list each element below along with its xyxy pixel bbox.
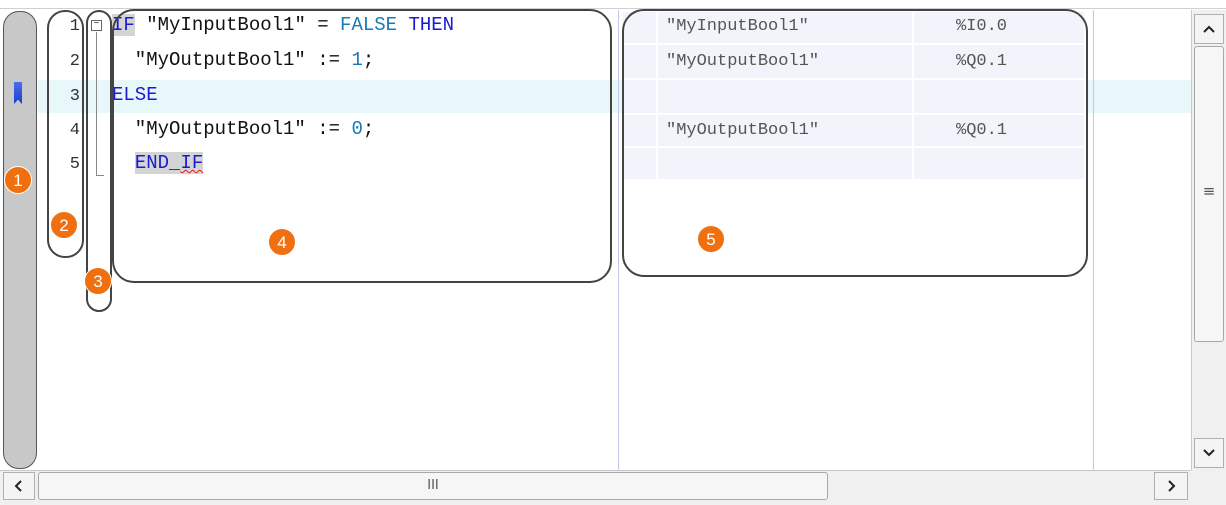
chevron-up-icon[interactable]: [1194, 14, 1224, 44]
callout-badge: 3: [84, 267, 112, 295]
chevron-down-icon[interactable]: [1194, 438, 1224, 468]
tag-area-outline: [622, 9, 1088, 277]
callout-badge: 5: [697, 225, 725, 253]
chevron-right-icon[interactable]: [1154, 472, 1188, 500]
callout-badge: 1: [4, 166, 32, 194]
chevron-left-icon[interactable]: [3, 472, 35, 500]
column-separator: [618, 10, 619, 470]
grip-icon: III: [427, 478, 439, 493]
vertical-scroll-thumb[interactable]: ≡: [1194, 46, 1224, 342]
scrollbar-corner: [1191, 470, 1226, 505]
code-area-outline: [112, 9, 612, 283]
bookmark-margin[interactable]: [3, 11, 37, 469]
top-border: [0, 0, 1226, 9]
horizontal-scroll-thumb[interactable]: III: [38, 472, 828, 500]
column-separator: [1093, 10, 1094, 470]
callout-badge: 2: [50, 211, 78, 239]
grip-icon: ≡: [1202, 182, 1216, 200]
callout-badge: 4: [268, 228, 296, 256]
